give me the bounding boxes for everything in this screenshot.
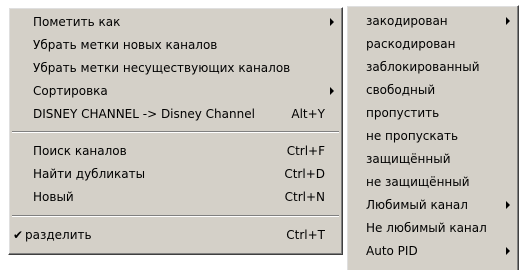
menu-item-label: разделить — [25, 228, 92, 242]
menu-item-label: Найти дубликаты — [33, 167, 146, 181]
menu-item-label: Убрать метки несуществующих каналов — [33, 61, 291, 75]
submenu-item-label: Любимый канал — [366, 198, 468, 212]
menu-item-label: Убрать метки новых каналов — [33, 38, 218, 52]
menu-item-search-channels[interactable]: Поиск каналов Ctrl+F — [11, 140, 340, 162]
submenu-item-label: не защищённый — [366, 175, 470, 189]
menu-item-label: Новый — [33, 190, 74, 204]
submenu-item-no-skip[interactable]: не пропускать — [349, 125, 516, 147]
menu-item-clear-missing-marks[interactable]: Убрать метки несуществующих каналов — [11, 57, 340, 79]
submenu-arrow-icon — [506, 247, 510, 255]
menu-item-mark-as[interactable]: Пометить как — [11, 11, 340, 33]
submenu-item-skip[interactable]: пропустить — [349, 102, 516, 124]
submenu-item-unprotected[interactable]: не защищённый — [349, 171, 516, 193]
menu-item-shortcut: Ctrl+T — [286, 228, 325, 242]
submenu-item-protected[interactable]: защищённый — [349, 148, 516, 170]
submenu-arrow-icon — [330, 87, 334, 95]
checkmark-icon: ✔ — [13, 228, 24, 242]
submenu-item-free[interactable]: свободный — [349, 79, 516, 101]
submenu-item-label: пропустить — [366, 106, 440, 120]
menu-item-find-duplicates[interactable]: Найти дубликаты Ctrl+D — [11, 163, 340, 185]
submenu-item-label: заблокированный — [366, 60, 480, 74]
menu-item-label: DISNEY CHANNEL -> Disney Channel — [33, 107, 255, 121]
menu-item-shortcut: Ctrl+D — [284, 167, 325, 181]
submenu-item-auto-pid[interactable]: Auto PID — [349, 240, 516, 262]
submenu-mark-as: закодирован раскодирован заблокированный… — [346, 5, 519, 270]
context-menu: Пометить как Убрать метки новых каналов … — [8, 7, 343, 255]
submenu-item-label: Auto PID — [366, 244, 418, 258]
menu-item-shortcut: Alt+Y — [291, 107, 325, 121]
submenu-item-not-favorite[interactable]: Не любимый канал — [349, 217, 516, 239]
submenu-item-locked[interactable]: заблокированный — [349, 56, 516, 78]
submenu-item-label: Не любимый канал — [366, 221, 487, 235]
menu-item-label: Поиск каналов — [33, 144, 127, 158]
submenu-item-label: не пропускать — [366, 129, 459, 143]
submenu-arrow-icon — [506, 17, 510, 25]
menu-item-shortcut: Ctrl+N — [284, 190, 325, 204]
submenu-item-encrypted[interactable]: закодирован — [349, 10, 516, 32]
menu-item-new[interactable]: Новый Ctrl+N — [11, 186, 340, 208]
submenu-item-label: закодирован — [366, 14, 448, 28]
menu-item-label: Сортировка — [33, 84, 108, 98]
submenu-arrow-icon — [506, 201, 510, 209]
menu-item-split[interactable]: ✔ разделить Ctrl+T — [11, 224, 340, 246]
submenu-item-label: раскодирован — [366, 37, 456, 51]
menu-item-shortcut: Ctrl+F — [286, 144, 325, 158]
submenu-item-decrypted[interactable]: раскодирован — [349, 33, 516, 55]
submenu-item-favorite[interactable]: Любимый канал — [349, 194, 516, 216]
menu-separator — [12, 131, 339, 133]
menu-item-rename-channel[interactable]: DISNEY CHANNEL -> Disney Channel Alt+Y — [11, 103, 340, 125]
menu-item-label: Пометить как — [33, 15, 121, 29]
submenu-item-label: защищённый — [366, 152, 451, 166]
menu-item-clear-new-marks[interactable]: Убрать метки новых каналов — [11, 34, 340, 56]
menu-separator — [12, 215, 339, 217]
submenu-item-label: свободный — [366, 83, 436, 97]
submenu-arrow-icon — [330, 18, 334, 26]
menu-item-sort[interactable]: Сортировка — [11, 80, 340, 102]
